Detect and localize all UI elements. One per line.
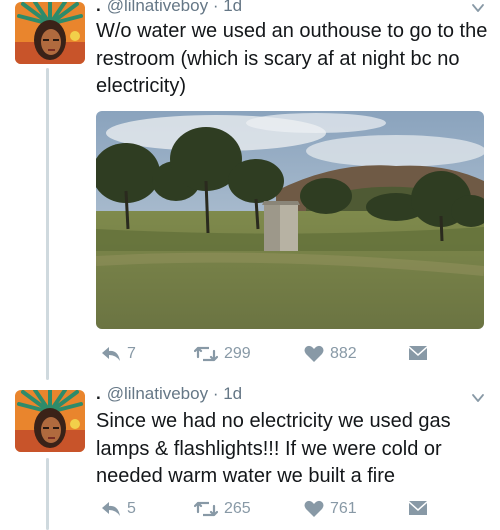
- thread-line: [46, 458, 49, 530]
- tweet-actions: 7 299 882: [96, 345, 456, 369]
- direct-message-icon: [409, 501, 427, 515]
- tweet-text: Since we had no electricity we used gas …: [96, 410, 451, 487]
- direct-message-button[interactable]: [408, 500, 428, 516]
- thread-line: [46, 68, 49, 380]
- like-count: 761: [330, 500, 357, 517]
- retweet-count: 265: [224, 500, 251, 517]
- direct-message-button[interactable]: [408, 345, 428, 361]
- direct-message-icon: [409, 346, 427, 360]
- reply-button[interactable]: 7: [101, 345, 136, 363]
- like-button[interactable]: 882: [304, 345, 357, 363]
- heart-icon: [304, 345, 324, 362]
- tweet-handle[interactable]: . @lilnativeboy · 1d: [96, 0, 242, 16]
- like-button[interactable]: 761: [304, 500, 357, 518]
- chevron-down-icon[interactable]: [470, 0, 486, 16]
- retweet-button[interactable]: 299: [194, 345, 251, 363]
- retweet-icon: [194, 501, 218, 517]
- like-count: 882: [330, 345, 357, 362]
- tweet-photo[interactable]: [96, 111, 484, 329]
- reply-icon: [102, 347, 120, 361]
- heart-icon: [304, 500, 324, 517]
- retweet-button[interactable]: 265: [194, 500, 251, 518]
- retweet-count: 299: [224, 345, 251, 362]
- tweet-handle[interactable]: . @lilnativeboy · 1d: [96, 384, 242, 404]
- reply-count: 5: [127, 500, 136, 517]
- tweet-actions: 5 265 761: [96, 500, 456, 524]
- retweet-icon: [194, 346, 218, 362]
- tweet-text: W/o water we used an outhouse to go to t…: [96, 20, 488, 97]
- reply-button[interactable]: 5: [101, 500, 136, 518]
- chevron-down-icon[interactable]: [470, 390, 486, 406]
- avatar[interactable]: [15, 2, 85, 64]
- reply-count: 7: [127, 345, 136, 362]
- avatar[interactable]: [15, 390, 85, 452]
- reply-icon: [102, 502, 120, 516]
